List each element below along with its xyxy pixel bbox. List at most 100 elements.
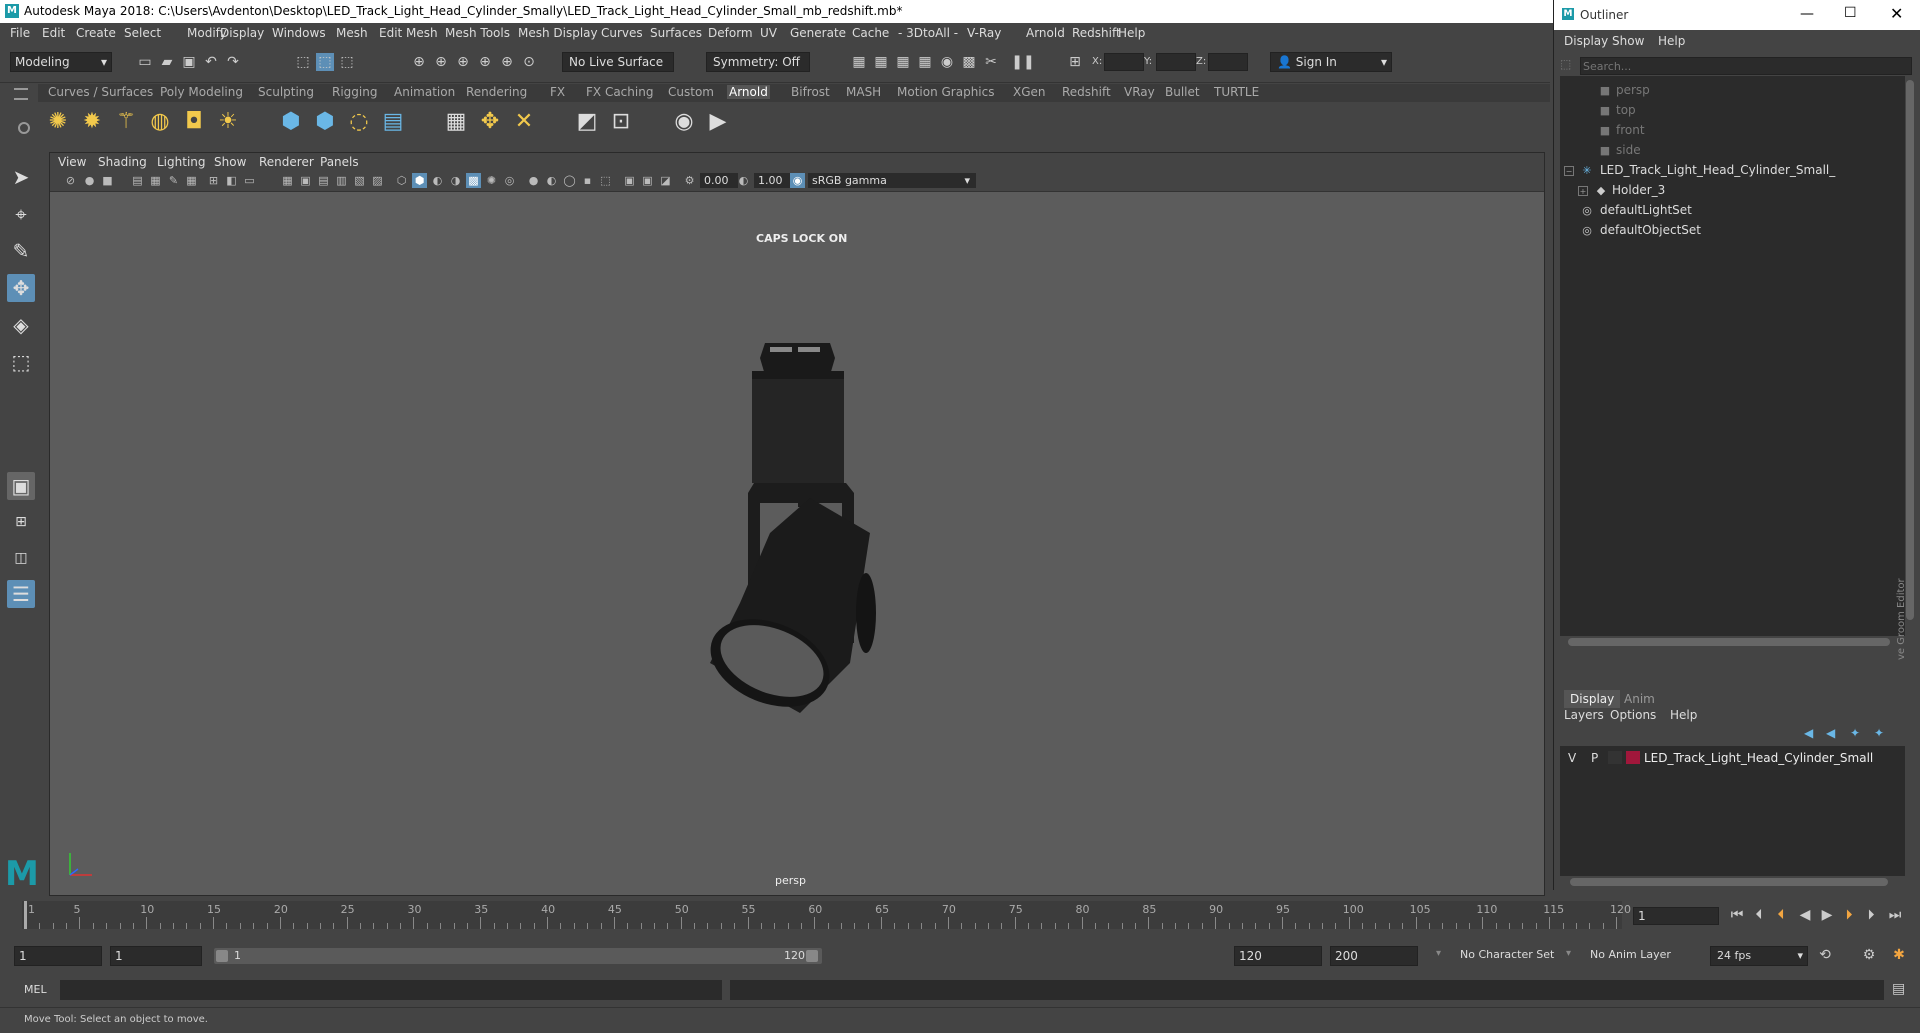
collapse-icon[interactable]: −	[1564, 166, 1574, 176]
export-standin-icon[interactable]: ⬢	[312, 108, 338, 134]
outliner-item-persp[interactable]: ■ persp	[1560, 80, 1905, 100]
menu-item[interactable]: Arnold	[1026, 26, 1065, 40]
snap-curve-icon[interactable]: ⊕	[432, 53, 450, 71]
menu-item[interactable]: Mesh Tools	[445, 26, 510, 40]
menu-item[interactable]: File	[10, 26, 30, 40]
two-d-pan-icon[interactable]: ▦	[148, 173, 163, 188]
curve-collector-icon[interactable]: ◌	[346, 108, 372, 134]
render-view-icon[interactable]: ▦	[872, 53, 890, 71]
animation-preferences-icon[interactable]: ⚙	[1860, 946, 1878, 964]
flush-textures-icon[interactable]: ✕	[511, 108, 537, 134]
move-layer-up-icon[interactable]: ◀	[1804, 726, 1813, 740]
ambient-occlusion-icon[interactable]: ▨	[370, 173, 385, 188]
exposure-icon[interactable]: ⚙	[682, 173, 697, 188]
menu-item[interactable]: Deform	[708, 26, 753, 40]
safe-title-icon[interactable]: ▣	[640, 173, 655, 188]
shelf-tab[interactable]: Custom	[666, 85, 716, 99]
outliner-item-led-track-light[interactable]: − ✳ LED_Track_Light_Head_Cylinder_Small_	[1560, 160, 1905, 180]
menu-item[interactable]: Help	[1118, 26, 1145, 40]
menu-item[interactable]: UV	[760, 26, 777, 40]
range-end-handle[interactable]	[806, 950, 818, 962]
move-tool-icon[interactable]: ✥	[7, 274, 35, 302]
new-layer-icon[interactable]: ✦	[1850, 726, 1860, 740]
gamma-icon[interactable]: ◐	[736, 173, 751, 188]
outliner-item-front[interactable]: ■ front	[1560, 120, 1905, 140]
hypershade-icon[interactable]: ◉	[938, 53, 956, 71]
close-icon[interactable]: ✕	[1890, 4, 1903, 23]
menu-item[interactable]: Create	[76, 26, 116, 40]
menu-item[interactable]: Select	[124, 26, 161, 40]
menu-item[interactable]: Redshift	[1072, 26, 1121, 40]
shelf-tab[interactable]: Arnold	[727, 85, 770, 99]
character-set-dropdown[interactable]: No Character Set	[1460, 948, 1554, 961]
viewport-menu-item[interactable]: Panels	[320, 155, 359, 169]
outliner-layout-icon[interactable]: ☰	[7, 580, 35, 608]
expand-icon[interactable]: +	[1578, 186, 1588, 196]
layer-horizontal-scrollbar[interactable]	[1570, 878, 1888, 886]
time-ruler[interactable]: 1 5 10 15 20 25 30 35 40 45 50 55 60 65 70 75 80 85 90 95 10…	[22, 901, 1631, 929]
shelf-tab[interactable]: XGen	[1011, 85, 1048, 99]
scene-end-field[interactable]: 200	[1330, 946, 1418, 966]
physical-sky-icon[interactable]: ☀	[215, 108, 241, 134]
command-input[interactable]	[60, 980, 722, 1000]
playback-end-field[interactable]: 120	[1234, 946, 1322, 966]
z-field[interactable]	[1208, 53, 1248, 71]
outliner-menu-display[interactable]: Display	[1564, 34, 1608, 48]
camera-attributes-icon[interactable]: ⊘	[63, 173, 78, 188]
layer-row[interactable]: V P LED_Track_Light_Head_Cylinder_Small	[1560, 748, 1905, 768]
outliner-menu-help[interactable]: Help	[1658, 34, 1685, 48]
camera-lock-icon[interactable]: ●	[82, 173, 97, 188]
filter-icon[interactable]: ⬚	[1560, 57, 1576, 73]
shelf-tab[interactable]: Rendering	[464, 85, 529, 99]
layer-menu-layers[interactable]: Layers	[1564, 708, 1604, 722]
screen-space-reflection-icon[interactable]: ◐	[544, 173, 559, 188]
paint-select-tool-icon[interactable]: ✎	[7, 237, 35, 265]
scale-tool-icon[interactable]: ⬚	[7, 348, 35, 376]
menu-item[interactable]: V-Ray	[967, 26, 1001, 40]
render-view-eye-icon[interactable]: ◉	[671, 108, 697, 134]
mel-label[interactable]: MEL	[24, 983, 47, 996]
render-region-icon[interactable]: ▩	[960, 53, 978, 71]
render-setup-icon[interactable]: ◩	[574, 108, 600, 134]
snap-point-icon[interactable]: ⊕	[454, 53, 472, 71]
viewport-menu-item[interactable]: Renderer	[259, 155, 314, 169]
go-to-end-icon[interactable]: ⏭	[1886, 906, 1904, 924]
step-back-key-icon[interactable]: ⏴	[1750, 906, 1768, 924]
sign-in-button[interactable]: 👤 Sign In ▾	[1270, 52, 1392, 72]
select-hierarchy-icon[interactable]: ⬚	[294, 53, 312, 71]
lasso-tool-icon[interactable]: ⌖	[7, 200, 35, 228]
volume-icon[interactable]: ▤	[380, 108, 406, 134]
current-time-marker[interactable]	[24, 901, 27, 929]
outliner-search-input[interactable]	[1580, 57, 1912, 75]
anim-layer-dropdown[interactable]: No Anim Layer	[1590, 948, 1671, 961]
mesh-light-icon[interactable]: ⚚	[113, 108, 139, 134]
auto-key-icon[interactable]: ✱	[1890, 946, 1908, 964]
menu-item[interactable]: Edit	[42, 26, 65, 40]
ipr-render-icon[interactable]: ▦	[894, 53, 912, 71]
outliner-menu-show[interactable]: Show	[1612, 34, 1644, 48]
shelf-tab[interactable]: Rigging	[330, 85, 379, 99]
menu-item[interactable]: Display	[220, 26, 264, 40]
antialias-icon[interactable]: ◎	[502, 173, 517, 188]
live-surface-field[interactable]: No Live Surface	[562, 52, 674, 72]
menu-item[interactable]: Surfaces	[650, 26, 702, 40]
x-field[interactable]	[1104, 53, 1144, 71]
single-view-icon[interactable]: ▣	[7, 472, 35, 500]
outliner-item-default-light-set[interactable]: ◎ defaultLightSet	[1560, 200, 1905, 220]
pause-icon[interactable]: ❚❚	[1011, 53, 1034, 71]
fps-dropdown[interactable]: 24 fps ▾	[1710, 946, 1808, 966]
shelf-tab[interactable]: Animation	[392, 85, 457, 99]
layer-color-swatch[interactable]	[1626, 751, 1640, 764]
smooth-shade-icon[interactable]: ▣	[298, 173, 313, 188]
color-space-dropdown[interactable]: sRGB gamma ▾	[808, 173, 976, 188]
motion-blur-icon[interactable]: ✺	[484, 173, 499, 188]
range-bar[interactable]: 1 120	[214, 948, 822, 964]
layer-menu-help[interactable]: Help	[1670, 708, 1697, 722]
chevron-down-icon[interactable]: ▾	[1436, 948, 1441, 959]
play-forwards-icon[interactable]: ▶	[1818, 906, 1836, 924]
layer-visibility-toggle[interactable]: V	[1568, 751, 1576, 765]
skydome-light-icon[interactable]: ✺	[45, 108, 71, 134]
save-scene-icon[interactable]: ▣	[180, 53, 198, 71]
outliner-item-holder[interactable]: + ◆ Holder_3	[1560, 180, 1905, 200]
exposure-field[interactable]: 0.00	[700, 173, 738, 188]
